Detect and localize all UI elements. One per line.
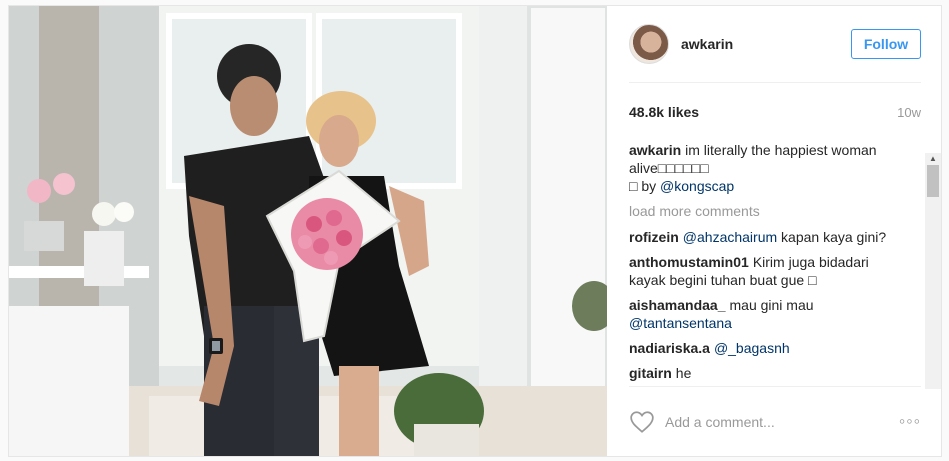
comment-username[interactable]: nadiariska.a (629, 340, 710, 356)
more-options-icon[interactable]: ◦◦◦ (899, 411, 921, 432)
post-time[interactable]: 10w (897, 105, 921, 120)
author-username[interactable]: awkarin (681, 36, 851, 52)
comment-username[interactable]: anthomustamin01 (629, 254, 749, 270)
comment-username[interactable]: aishamandaa_ (629, 297, 726, 313)
post-meta: 48.8k likes 10w (629, 83, 921, 141)
comment-text: kapan kaya gini? (777, 229, 887, 245)
instagram-post: awkarin Follow 48.8k likes 10w awkarin im… (8, 5, 942, 457)
list-item: nadiariska.a @_bagasnh (629, 339, 903, 357)
comment-username[interactable]: rofizein (629, 229, 679, 245)
likes-count[interactable]: 48.8k likes (629, 104, 699, 120)
add-comment-input[interactable] (665, 413, 899, 430)
post-header: awkarin Follow (629, 6, 921, 83)
comment-text: mau gini mau (729, 297, 814, 313)
comment-mention[interactable]: @_bagasnh (714, 340, 790, 356)
list-item: anthomustamin01 Kirim juga bidadari kayak… (629, 253, 903, 289)
caption-mention[interactable]: @kongscap (660, 178, 734, 194)
caption-text-line2: alive□□□□□□ (629, 160, 709, 176)
caption-text-line3: □ by (629, 178, 661, 194)
comments-list[interactable]: awkarin im literally the happiest woman a… (629, 141, 921, 391)
comment-mention[interactable]: @ahzachairum (683, 229, 777, 245)
scroll-up-icon[interactable]: ▲ (925, 153, 941, 165)
follow-button[interactable]: Follow (851, 29, 921, 59)
caption: awkarin im literally the happiest woman a… (629, 141, 903, 195)
caption-username[interactable]: awkarin (629, 142, 681, 158)
comment-text: he (675, 365, 692, 381)
avatar[interactable] (629, 24, 669, 64)
load-more-comments-button[interactable]: load more comments (629, 202, 903, 220)
comment-username[interactable]: gitairn (629, 365, 672, 381)
list-item: gitairn he (629, 364, 903, 382)
list-item: rofizein @ahzachairum kapan kaya gini? (629, 228, 903, 246)
scrollbar-thumb[interactable] (927, 165, 939, 197)
caption-text-line1: im literally the happiest woman (685, 142, 877, 158)
post-sidebar: awkarin Follow 48.8k likes 10w awkarin im… (607, 6, 941, 456)
comments-scrollbar[interactable]: ▲ (925, 153, 941, 389)
add-comment-bar: ◦◦◦ (629, 386, 921, 456)
list-item: aishamandaa_ mau gini mau @tantansentana (629, 296, 903, 332)
heart-outline-icon[interactable] (629, 409, 655, 435)
post-photo[interactable] (9, 6, 607, 456)
comment-mention[interactable]: @tantansentana (629, 315, 732, 331)
post-photo-image (9, 6, 607, 456)
